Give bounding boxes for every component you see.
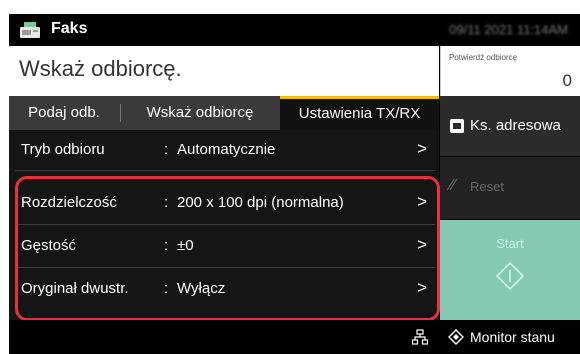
status-monitor-label: Monitor stanu: [470, 329, 555, 345]
highlight-frame: [15, 176, 440, 321]
address-book-label: Ks. adresowa: [470, 117, 561, 134]
row-divider: [15, 170, 435, 171]
status-monitor-icon: [448, 329, 464, 345]
datetime: 09/11 2021 11:14AM: [449, 22, 568, 37]
reset-button[interactable]: ⁄⁄ Reset: [440, 157, 580, 219]
tab-enter-destination[interactable]: Podaj odb.: [9, 96, 119, 130]
setting-value: Automatycznie: [177, 141, 276, 158]
setting-separator: :: [164, 141, 169, 158]
top-bar: Faks 09/11 2021 11:14AM: [9, 14, 580, 46]
confirm-destination-button[interactable]: Potwierdź odbiorcę 0: [440, 46, 580, 96]
right-panel: Ks. adresowa ⁄⁄ Reset Start: [440, 96, 580, 320]
prompt-text: Wskaż odbiorcę.: [19, 56, 182, 81]
fax-screen: Faks 09/11 2021 11:14AM Wskaż odbiorcę. …: [9, 14, 580, 354]
bottom-bar: Monitor stanu: [9, 320, 580, 354]
tab-tx-rx-settings[interactable]: Ustawienia TX/RX: [280, 96, 439, 130]
address-book-icon: [450, 119, 464, 133]
start-diamond-icon: [496, 262, 524, 290]
destination-prompt: Wskaż odbiorcę.: [9, 46, 439, 96]
start-label: Start: [496, 236, 524, 251]
status-monitor-button[interactable]: Monitor stanu: [440, 320, 580, 354]
setting-rx-mode[interactable]: Tryb odbioru : Automatycznie >: [9, 131, 439, 169]
setting-name: Tryb odbioru: [21, 141, 105, 158]
chevron-right-icon: >: [417, 139, 427, 158]
confirm-label: Potwierdź odbiorcę: [449, 53, 518, 62]
tab-specify-destination[interactable]: Wskaż odbiorcę: [121, 96, 279, 130]
fax-icon: [20, 22, 40, 38]
reset-label: Reset: [470, 179, 504, 194]
tab-bar: Podaj odb. Wskaż odbiorcę Ustawienia TX/…: [9, 96, 439, 130]
reset-icon: ⁄⁄: [450, 177, 456, 194]
address-book-button[interactable]: Ks. adresowa: [440, 96, 580, 156]
network-icon: [412, 329, 428, 345]
destination-count: 0: [562, 71, 572, 90]
app-title: Faks: [51, 20, 88, 37]
start-button[interactable]: Start: [440, 220, 580, 320]
